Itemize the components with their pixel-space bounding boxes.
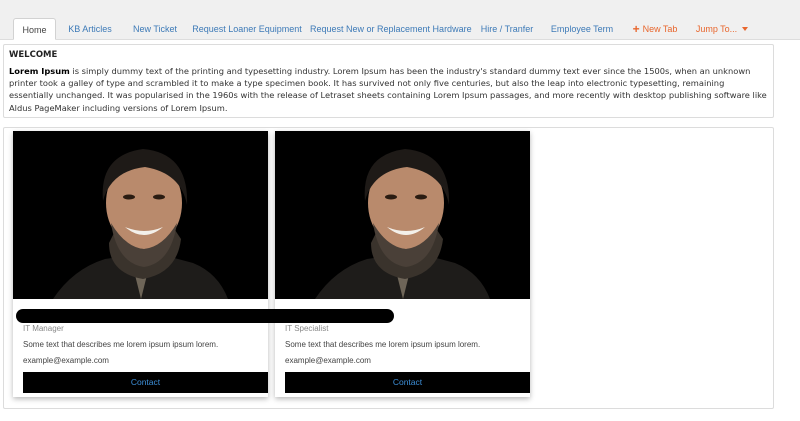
welcome-lead: Lorem Ipsum [9,66,70,76]
tab-label: Request Loaner Equipment [192,24,302,34]
profile-email: example@example.com [23,356,109,365]
tab-bar: Home KB Articles New Ticket Request Loan… [0,0,800,40]
welcome-body: is simply dummy text of the printing and… [9,66,767,113]
profile-title: IT Manager [23,324,64,333]
tab-jump-to[interactable]: Jump To... [694,18,750,40]
profile-photo [13,131,268,299]
caret-down-icon [742,27,749,31]
welcome-text: Lorem Ipsum is simply dummy text of the … [9,65,768,114]
profile-description: Some text that describes me lorem ipsum … [23,340,219,349]
tab-request-new-hardware[interactable]: Request New or Replacement Hardware [310,18,472,40]
welcome-panel: WELCOME Lorem Ipsum is simply dummy text… [3,44,774,118]
tab-label: New Tab [642,24,678,34]
profile-email: example@example.com [285,356,371,365]
tab-label: Hire / Tranfer [480,24,534,34]
redaction-bar [16,309,394,323]
contact-button[interactable]: Contact [23,372,268,393]
profile-card: IT Specialist Some text that describes m… [275,131,530,397]
tab-label: New Ticket [132,24,177,34]
tab-new-tab[interactable]: + New Tab [628,18,682,40]
plus-icon: + [632,22,640,36]
team-cards-panel: IT Manager Some text that describes me l… [3,127,774,409]
tab-home[interactable]: Home [13,18,56,40]
welcome-heading: WELCOME [9,50,58,60]
tab-label: KB Articles [68,24,112,34]
tab-label: Jump To... [695,24,738,34]
tab-kb-articles[interactable]: KB Articles [62,18,118,40]
tab-label: Employee Term [550,24,614,34]
tab-employee-term[interactable]: Employee Term [548,18,616,40]
tab-label: Home [22,25,47,35]
profile-description: Some text that describes me lorem ipsum … [285,340,481,349]
profile-title: IT Specialist [285,324,329,333]
tab-hire-transfer[interactable]: Hire / Tranfer [476,18,538,40]
profile-photo [275,131,530,299]
tab-label: Request New or Replacement Hardware [310,24,472,34]
tab-request-loaner-equipment[interactable]: Request Loaner Equipment [190,18,304,40]
contact-button[interactable]: Contact [285,372,530,393]
tab-new-ticket[interactable]: New Ticket [124,18,186,40]
profile-card: IT Manager Some text that describes me l… [13,131,268,397]
